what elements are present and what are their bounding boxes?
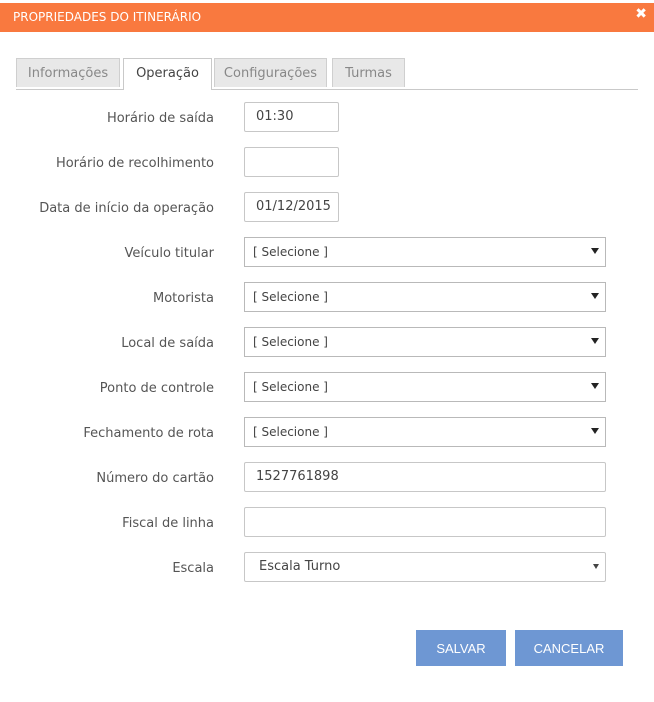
chevron-down-icon bbox=[591, 248, 599, 254]
schedule-select[interactable]: Escala Turno bbox=[244, 552, 606, 582]
tab-operacao[interactable]: Operação bbox=[123, 58, 212, 90]
route-closing-select-value: [ Selecione ] bbox=[253, 425, 328, 439]
departure-time-input[interactable]: 01:30 bbox=[244, 102, 339, 132]
return-time-label: Horário de recolhimento bbox=[55, 156, 214, 171]
driver-select[interactable]: [ Selecione ] bbox=[244, 282, 606, 312]
dialog-header: PROPRIEDADES DO ITINERÁRIO ✖ bbox=[0, 3, 654, 32]
vehicle-select-value: [ Selecione ] bbox=[253, 245, 328, 259]
checkpoint-select[interactable]: [ Selecione ] bbox=[244, 372, 606, 402]
checkpoint-label: Ponto de controle bbox=[99, 381, 214, 396]
tab-turmas[interactable]: Turmas bbox=[332, 58, 405, 87]
start-date-input[interactable]: 01/12/2015 bbox=[244, 192, 339, 222]
return-time-input[interactable] bbox=[244, 147, 339, 177]
start-date-label: Data de início da operação bbox=[39, 201, 214, 216]
driver-select-value: [ Selecione ] bbox=[253, 290, 328, 304]
departure-time-label: Horário de saída bbox=[106, 111, 214, 126]
route-closing-select[interactable]: [ Selecione ] bbox=[244, 417, 606, 447]
route-closing-label: Fechamento de rota bbox=[83, 426, 214, 441]
chevron-down-icon bbox=[591, 293, 599, 299]
card-number-input[interactable]: 1527761898 bbox=[244, 462, 606, 492]
line-inspector-label: Fiscal de linha bbox=[122, 516, 214, 531]
departure-location-select[interactable]: [ Selecione ] bbox=[244, 327, 606, 357]
chevron-down-icon bbox=[591, 383, 599, 389]
schedule-label: Escala bbox=[172, 561, 214, 576]
driver-label: Motorista bbox=[152, 291, 214, 306]
dialog-title: PROPRIEDADES DO ITINERÁRIO bbox=[13, 10, 202, 24]
cancel-button[interactable]: CANCELAR bbox=[515, 630, 623, 666]
departure-location-select-value: [ Selecione ] bbox=[253, 335, 328, 349]
departure-location-label: Local de saída bbox=[121, 336, 214, 351]
tab-configuracoes[interactable]: Configurações bbox=[214, 58, 327, 87]
close-icon[interactable]: ✖ bbox=[635, 6, 647, 22]
chevron-down-icon bbox=[591, 338, 599, 344]
schedule-select-value: Escala Turno bbox=[259, 559, 341, 574]
card-number-label: Número do cartão bbox=[96, 471, 214, 486]
checkpoint-select-value: [ Selecione ] bbox=[253, 380, 328, 394]
chevron-down-icon bbox=[591, 428, 599, 434]
vehicle-label: Veículo titular bbox=[124, 246, 214, 261]
line-inspector-input[interactable] bbox=[244, 507, 606, 537]
tab-bar: Informações Operação Configurações Turma… bbox=[16, 58, 638, 90]
chevron-down-icon bbox=[593, 564, 599, 569]
tab-informacoes[interactable]: Informações bbox=[16, 58, 120, 87]
vehicle-select[interactable]: [ Selecione ] bbox=[244, 237, 606, 267]
save-button[interactable]: SALVAR bbox=[416, 630, 506, 666]
